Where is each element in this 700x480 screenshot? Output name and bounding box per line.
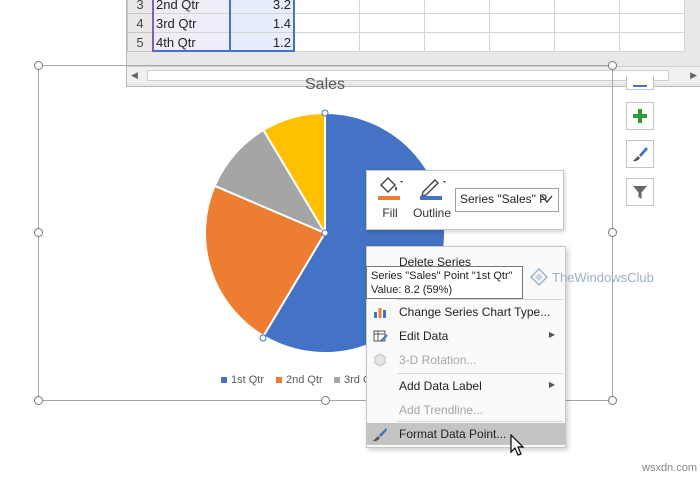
menu-item-format-data-point[interactable]: Format Data Point... <box>367 423 565 445</box>
menu-item-label: Edit Data <box>399 329 449 343</box>
plus-icon <box>633 109 647 123</box>
menu-separator <box>397 373 563 374</box>
pie-chart[interactable] <box>0 0 700 480</box>
point-handle[interactable] <box>321 229 329 237</box>
layout-icon <box>633 84 647 87</box>
pen-outline-icon <box>420 179 446 200</box>
menu-item-3d-rotation: 3-D Rotation... <box>367 349 565 371</box>
chart-filters-button[interactable] <box>626 178 654 206</box>
tooltip-value: Value: 8.2 (59%) <box>371 284 453 296</box>
series-dropdown-value: Series "Sales" P <box>460 192 548 206</box>
menu-item-label: Change Series Chart Type... <box>399 305 551 319</box>
menu-item-label: Format Data Point... <box>399 427 507 441</box>
submenu-arrow-icon: ▶ <box>548 380 555 389</box>
format-mini-toolbar: Fill Outline Series "Sales" P <box>366 170 564 230</box>
brand-logo-icon <box>530 268 548 286</box>
brand-watermark: TheWindowsClub <box>552 270 654 285</box>
outline-button[interactable]: Outline <box>411 175 453 220</box>
chart-layout-button[interactable] <box>626 76 654 90</box>
site-watermark: wsxdn.com <box>642 462 698 474</box>
menu-item-change-series-chart-type[interactable]: Change Series Chart Type... <box>367 301 565 323</box>
mouse-cursor-icon <box>510 434 525 456</box>
chart-type-icon <box>374 308 386 318</box>
chevron-down-icon <box>541 195 553 204</box>
submenu-arrow-icon: ▶ <box>548 330 555 339</box>
menu-item-add-data-label[interactable]: Add Data Label ▶ <box>367 375 565 397</box>
series-dropdown[interactable]: Series "Sales" P <box>455 188 559 212</box>
brush-icon <box>633 147 648 162</box>
menu-separator <box>397 421 563 422</box>
edit-data-icon <box>373 330 388 342</box>
legend-entry[interactable]: 2nd Qtr <box>276 374 323 386</box>
menu-item-label: 3-D Rotation... <box>399 353 477 367</box>
outline-label: Outline <box>412 206 452 220</box>
data-point-tooltip: Series "Sales" Point "1st Qtr" Value: 8.… <box>366 266 523 299</box>
legend-entry[interactable]: 1st Qtr <box>221 374 264 386</box>
fill-label: Fill <box>382 206 398 220</box>
fill-button[interactable]: Fill <box>373 175 407 220</box>
menu-separator <box>397 299 563 300</box>
legend-swatch <box>276 377 282 384</box>
paint-bucket-icon <box>378 177 403 200</box>
chart-styles-button[interactable] <box>626 140 654 168</box>
legend-swatch <box>334 377 340 384</box>
tooltip-series-point: Series "Sales" Point "1st Qtr" <box>371 270 513 282</box>
format-brush-icon <box>373 428 387 442</box>
legend-label: 2nd Qtr <box>286 374 323 386</box>
menu-item-edit-data[interactable]: Edit Data ▶ <box>367 325 565 347</box>
chart-elements-button[interactable] <box>626 102 654 130</box>
filter-icon <box>633 186 647 199</box>
menu-item-label: Add Data Label <box>399 379 482 393</box>
menu-item-add-trendline: Add Trendline... <box>367 399 565 421</box>
point-handle[interactable] <box>259 334 267 342</box>
legend-swatch <box>221 377 227 384</box>
cube-icon <box>374 353 386 367</box>
legend-label: 1st Qtr <box>231 374 265 386</box>
point-handle[interactable] <box>321 109 329 117</box>
menu-item-label: Add Trendline... <box>399 403 484 417</box>
